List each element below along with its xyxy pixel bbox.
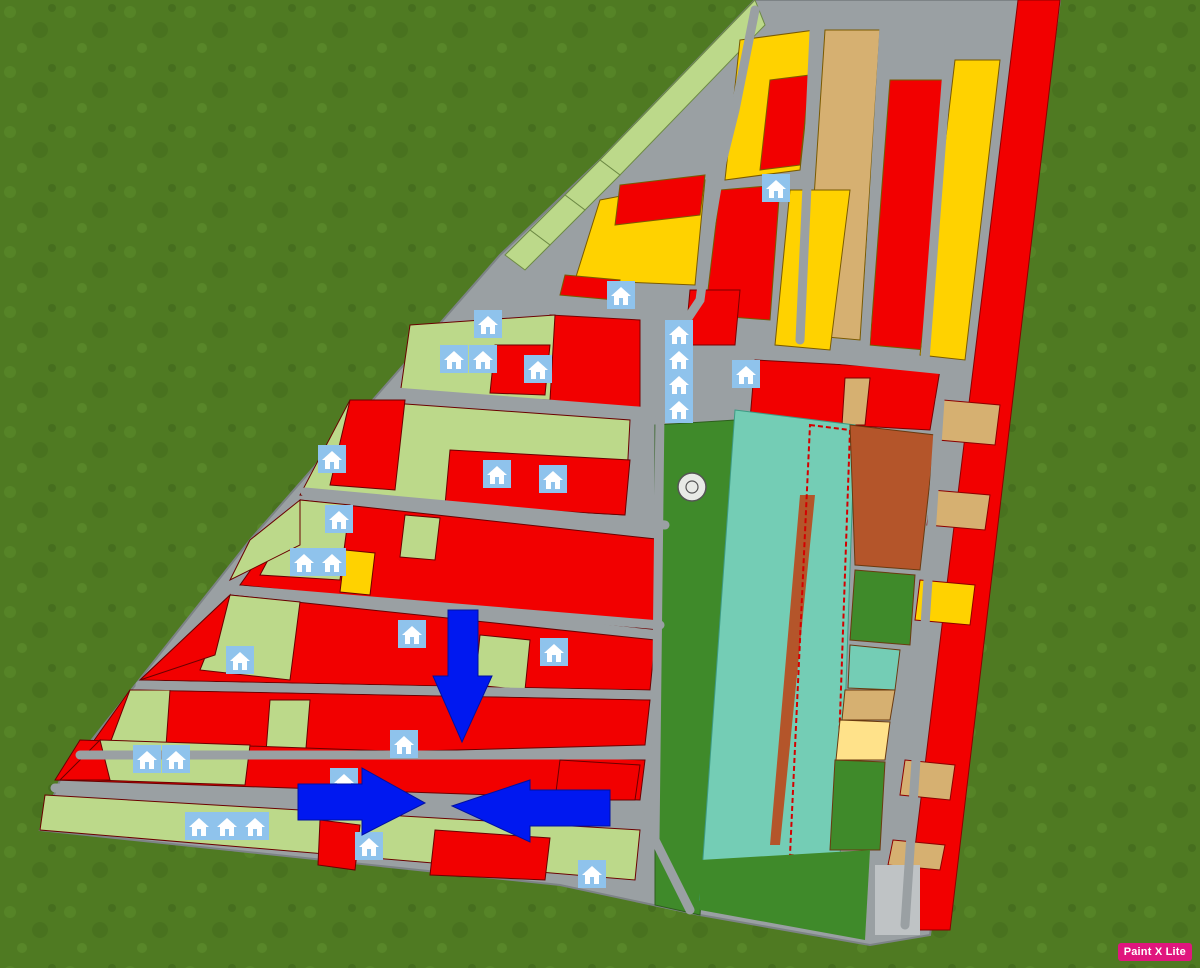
fountain-icon	[677, 472, 707, 502]
house-icon	[474, 310, 502, 338]
watermark-badge: Paint X Lite	[1117, 943, 1192, 961]
house-icon	[185, 812, 213, 840]
house-icon	[665, 345, 693, 373]
house-icon	[241, 812, 269, 840]
house-icon	[440, 345, 468, 373]
house-icon	[469, 345, 497, 373]
house-icon	[213, 812, 241, 840]
house-icon	[318, 445, 346, 473]
house-icon	[290, 548, 318, 576]
house-icon	[607, 281, 635, 309]
house-icon	[524, 355, 552, 383]
house-icon	[665, 370, 693, 398]
house-icon	[355, 832, 383, 860]
house-icon	[540, 638, 568, 666]
house-icon	[325, 505, 353, 533]
house-icon	[762, 174, 790, 202]
house-icon	[578, 860, 606, 888]
house-icon	[162, 745, 190, 773]
house-icon	[390, 730, 418, 758]
house-icon	[398, 620, 426, 648]
house-icon	[665, 395, 693, 423]
site-plan-map	[0, 0, 1200, 968]
house-icon	[226, 646, 254, 674]
house-icon	[539, 465, 567, 493]
house-icon	[133, 745, 161, 773]
house-icon	[665, 320, 693, 348]
house-icon	[318, 548, 346, 576]
house-icon	[732, 360, 760, 388]
house-icon	[483, 460, 511, 488]
